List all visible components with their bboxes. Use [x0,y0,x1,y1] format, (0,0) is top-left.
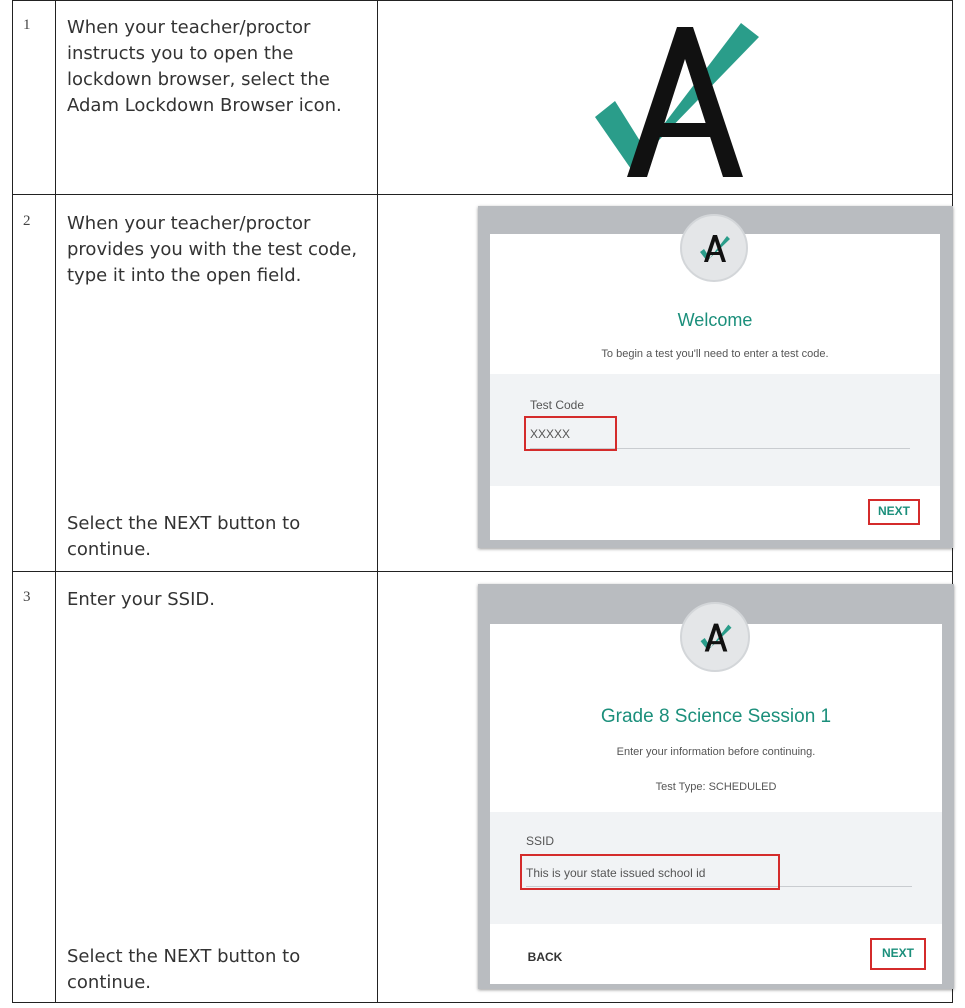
session-subtitle: Enter your information before continuing… [616,746,816,758]
logo-avatar [680,602,750,672]
welcome-screen: Welcome To begin a test you'll need to e… [478,206,953,548]
ssid-highlight [520,854,780,890]
adam-lockdown-logo-icon [700,623,732,652]
test-code-label: Test Code [530,398,585,412]
welcome-subtitle: To begin a test you'll need to enter a t… [601,348,829,360]
step-instruction-next: Select the NEXT button to continue. [67,513,301,560]
step-instruction-next: Select the NEXT button to continue. [67,946,301,993]
ssid-label: SSID [526,834,555,848]
logo-avatar [680,214,748,282]
adam-lockdown-logo-icon [700,235,730,262]
next-button[interactable]: NEXT [870,938,926,970]
step-number: 3 [23,589,31,605]
back-button[interactable]: BACK [520,946,570,968]
step-instruction: When your teacher/proctor instructs you … [67,17,342,116]
step-number: 1 [23,17,31,33]
column-divider [377,1,378,1002]
ssid-screen: Grade 8 Science Session 1 Enter your inf… [478,584,954,989]
ssid-card: Grade 8 Science Session 1 Enter your inf… [490,602,942,984]
step-number: 2 [23,213,31,229]
welcome-card: Welcome To begin a test you'll need to e… [490,214,940,540]
row-divider [13,571,952,572]
next-button[interactable]: NEXT [868,499,920,525]
step-instruction: When your teacher/proctor provides you w… [67,213,358,286]
test-type: Test Type: SCHEDULED [655,781,777,793]
test-code-highlight [524,416,617,451]
adam-lockdown-logo-icon[interactable] [593,19,773,179]
session-title: Grade 8 Science Session 1 [600,706,832,727]
instructions-table: 1 When your teacher/proctor instructs yo… [12,0,954,1003]
column-divider [55,1,56,1002]
row-divider [13,194,952,195]
step-instruction: Enter your SSID. [67,589,215,610]
welcome-title: Welcome [677,310,753,330]
